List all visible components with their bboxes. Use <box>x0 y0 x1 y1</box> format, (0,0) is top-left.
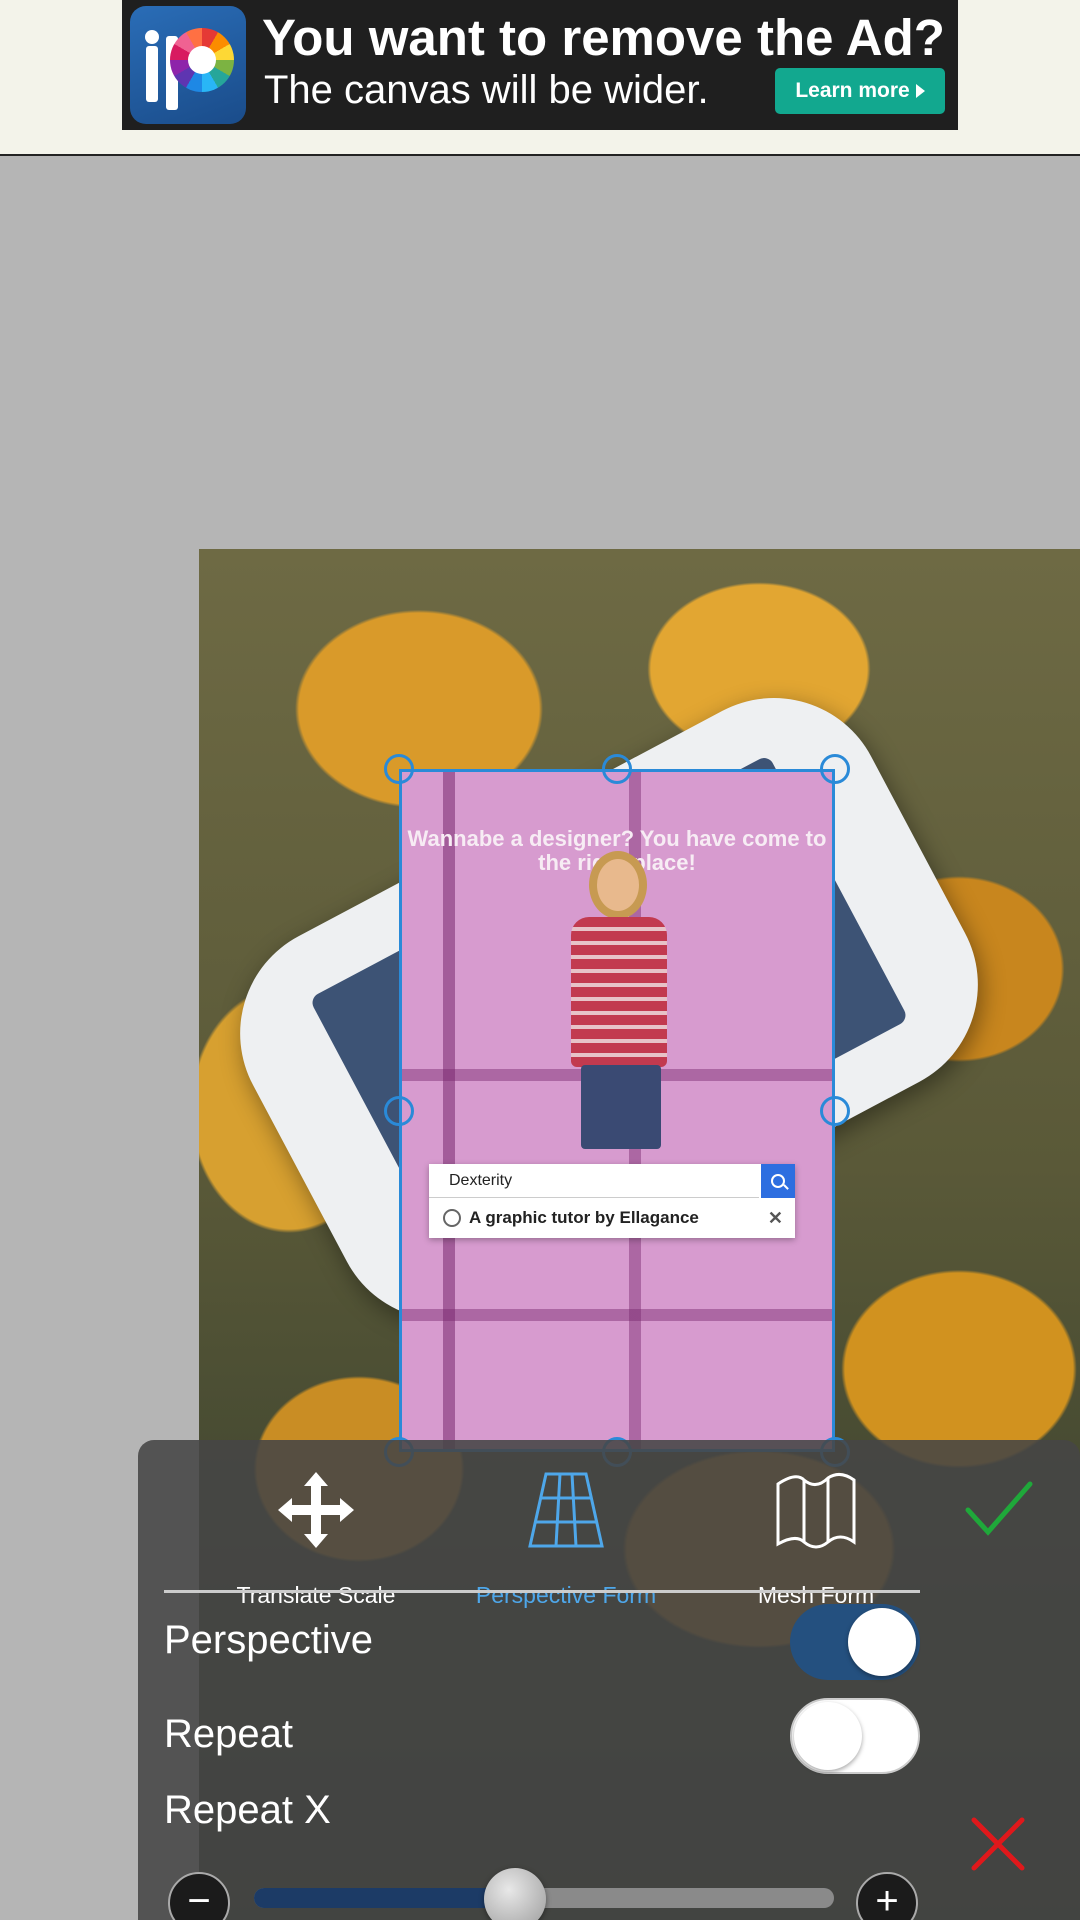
ad-subtitle: The canvas will be wider. <box>264 68 709 112</box>
cancel-x-icon[interactable] <box>968 1814 1028 1874</box>
handle-top-right[interactable] <box>820 754 850 784</box>
repeat-label: Repeat <box>164 1712 293 1756</box>
repeat-toggle-knob <box>794 1702 862 1770</box>
handle-top-left[interactable] <box>384 754 414 784</box>
tool-perspective-form-label: Perspective Form <box>475 1582 657 1608</box>
confirm-check-icon[interactable] <box>964 1474 1034 1544</box>
repeat-toggle[interactable] <box>790 1698 920 1774</box>
selection-frame <box>399 769 835 1452</box>
perspective-toggle[interactable] <box>790 1604 920 1680</box>
panel-divider <box>164 1590 920 1593</box>
plus-button[interactable]: + <box>856 1872 918 1920</box>
slider-fill <box>254 1888 515 1908</box>
move-arrows-icon <box>278 1472 354 1548</box>
ad-banner[interactable]: You want to remove the Ad? The canvas wi… <box>122 0 958 130</box>
slider-thumb[interactable] <box>484 1868 546 1920</box>
mesh-map-icon <box>776 1473 856 1549</box>
tool-translate-scale-label: Translate Scale <box>236 1582 396 1608</box>
ad-title: You want to remove the Ad? <box>262 9 945 66</box>
handle-top-center[interactable] <box>602 754 632 784</box>
perspective-label: Perspective <box>164 1618 373 1662</box>
learn-more-label: Learn more <box>795 79 910 102</box>
perspective-grid-icon <box>528 1472 604 1548</box>
app-logo-icon <box>130 6 246 124</box>
transform-panel: Translate Scale Perspective Form Mesh Fo… <box>138 1440 1080 1920</box>
handle-middle-left[interactable] <box>384 1096 414 1126</box>
learn-more-button[interactable]: Learn more <box>775 68 945 114</box>
repeat-x-label: Repeat X <box>164 1788 331 1832</box>
handle-middle-right[interactable] <box>820 1096 850 1126</box>
tool-translate-scale[interactable]: Translate Scale <box>206 1470 426 1608</box>
repeat-x-slider[interactable]: − + <box>164 1850 924 1920</box>
perspective-toggle-knob <box>848 1608 916 1676</box>
ad-bar: You want to remove the Ad? The canvas wi… <box>0 0 1080 156</box>
minus-button[interactable]: − <box>168 1872 230 1920</box>
play-arrow-icon <box>915 84 925 98</box>
tool-perspective-form[interactable]: Perspective Form <box>456 1470 676 1608</box>
tool-mesh-form[interactable]: Mesh Form <box>706 1470 926 1608</box>
